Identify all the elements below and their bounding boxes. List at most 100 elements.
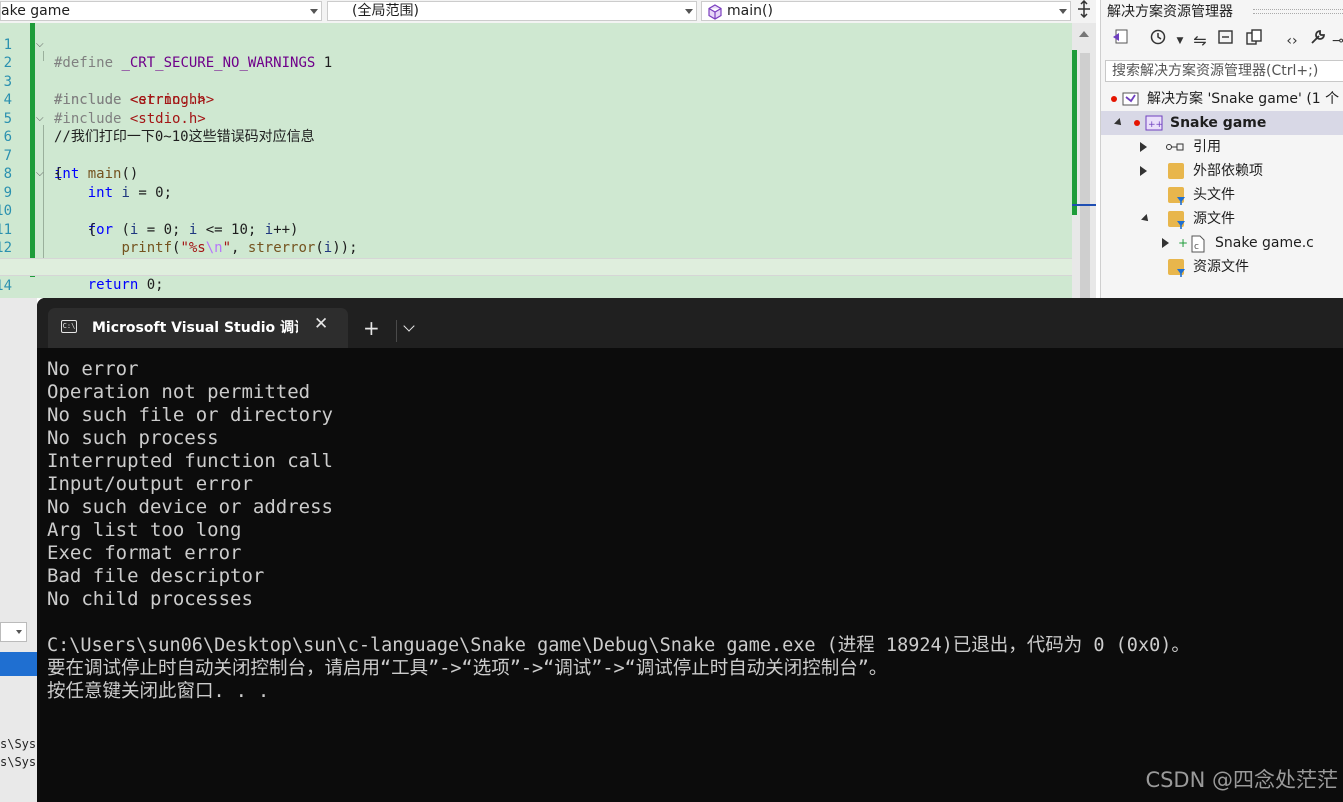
tree-item-sources[interactable]: 源文件 (1101, 207, 1343, 231)
member-combo[interactable]: main() (701, 1, 1071, 21)
project-combo[interactable]: ake game (0, 1, 322, 21)
code-line: 7 { (0, 128, 1072, 183)
chevron-down-icon (310, 9, 318, 14)
background-text: s\Sys (0, 755, 37, 769)
error-dot-icon (1134, 120, 1140, 126)
background-text: s\Sys (0, 737, 37, 751)
tree-item-project[interactable]: ++ Snake game (1101, 111, 1343, 135)
collapsed-arrow-icon[interactable] (1162, 238, 1169, 248)
project-combo-value: ake game (1, 3, 70, 19)
tree-item-external-deps[interactable]: 外部依赖项 (1101, 159, 1343, 183)
watermark: CSDN @四念处茫茫 (1145, 768, 1338, 792)
scope-combo-value: (全局范围) (352, 3, 419, 19)
code-line: 5 //我们打印一下0~10这些错误码对应信息 (0, 91, 1072, 146)
expanded-arrow-icon[interactable] (1141, 214, 1151, 224)
show-all-files-icon[interactable] (1243, 28, 1265, 54)
code-line: 8 int i = 0; (0, 147, 1072, 201)
output-line: Operation not permitted (47, 381, 311, 403)
divider (396, 320, 397, 342)
tip-message: 要在调试停止时自动关闭控制台，请启用“工具”->“选项”->“调试”->“调试停… (47, 658, 888, 679)
sync-icon[interactable]: ⇋ (1189, 28, 1211, 54)
tree-item-label: 解决方案 'Snake game' (1 个 (1147, 91, 1340, 107)
tree-item-label: 外部依赖项 (1193, 163, 1263, 179)
code-view-icon[interactable]: ‹› (1281, 28, 1303, 54)
pin-icon[interactable]: ⊸ (1327, 28, 1343, 54)
tree-item-source-file[interactable]: + c Snake game.c (1101, 231, 1343, 255)
code-line: 2 ⌵ #include <errno.h> (0, 36, 1072, 109)
switch-views-icon[interactable] (1109, 28, 1131, 54)
fold-toggle-icon[interactable]: ⌵ (36, 110, 44, 129)
terminal-tab[interactable]: C:\ Microsoft Visual Studio 调试控 ✕ (48, 308, 348, 348)
editor-scrollbar[interactable] (1072, 23, 1096, 298)
terminal-tab-title: Microsoft Visual Studio 调试控 (92, 320, 298, 336)
tree-item-headers[interactable]: 头文件 (1101, 183, 1343, 207)
code-line-current: 14 } (0, 257, 1072, 298)
background-highlight (0, 652, 37, 676)
chevron-down-icon (685, 9, 693, 14)
tree-item-references[interactable]: 引用 (1101, 135, 1343, 159)
output-line: No such file or directory (47, 404, 333, 426)
error-dot-icon (1111, 96, 1117, 102)
tree-item-label: Snake game (1170, 115, 1267, 131)
fold-toggle-icon[interactable]: ⌵ (36, 165, 44, 184)
code-line: 13 return 0; (0, 239, 1072, 294)
background-panel (0, 298, 37, 802)
code-line: 1 #define _CRT_SECURE_NO_WARNINGS 1 (0, 23, 1072, 72)
scroll-caret-marker (1072, 204, 1096, 206)
svg-text:c: c (1194, 242, 1199, 252)
added-plus-icon: + (1178, 236, 1189, 250)
scroll-up-icon[interactable] (1079, 31, 1089, 37)
code-text: return 0; (87, 277, 164, 293)
output-line: No such process (47, 427, 219, 449)
tree-item-resources[interactable]: 资源文件 (1101, 255, 1343, 279)
output-line: No error (47, 358, 139, 380)
code-line: 10 { (0, 184, 1072, 238)
tree-item-solution[interactable]: 解决方案 'Snake game' (1 个 (1101, 87, 1343, 111)
fold-toggle-icon[interactable]: ⌵ (36, 36, 44, 55)
history-icon[interactable] (1147, 28, 1169, 54)
output-line: Arg list too long (47, 519, 242, 541)
new-tab-icon[interactable]: + (363, 315, 380, 341)
output-line: No child processes (47, 588, 253, 610)
solution-explorer: 解决方案资源管理器 ▼ ⇋ ‹› ⊸ 搜索解决方案资源管理器(Ctrl+;) 解… (1100, 0, 1343, 298)
close-icon[interactable]: ✕ (314, 314, 328, 334)
chevron-down-icon (16, 630, 22, 634)
svg-text:++: ++ (1148, 120, 1163, 130)
chevron-down-icon[interactable] (403, 320, 415, 332)
terminal-tab-bar: C:\ Microsoft Visual Studio 调试控 ✕ + (37, 298, 1343, 348)
background-combo[interactable] (0, 622, 27, 642)
tree-item-label: Snake game.c (1215, 235, 1314, 251)
output-line: No such device or address (47, 496, 333, 518)
split-icon[interactable] (1072, 0, 1096, 23)
scope-combo[interactable]: (全局范围) (327, 1, 697, 21)
cpp-project-icon: ++ (1145, 115, 1163, 131)
explorer-search-input[interactable]: 搜索解决方案资源管理器(Ctrl+;) (1105, 60, 1343, 82)
c-file-icon: c (1190, 235, 1206, 253)
chevron-down-icon (1059, 9, 1067, 14)
chevron-down-icon[interactable]: ▼ (1169, 28, 1191, 54)
terminal-output[interactable]: No error Operation not permitted No such… (47, 358, 1337, 703)
tree-item-label: 资源文件 (1193, 259, 1249, 275)
references-icon (1165, 139, 1184, 155)
properties-wrench-icon[interactable] (1307, 28, 1329, 54)
code-editor[interactable]: 1 #define _CRT_SECURE_NO_WARNINGS 1 2 ⌵ … (0, 23, 1072, 298)
output-line: Bad file descriptor (47, 565, 265, 587)
collapsed-arrow-icon[interactable] (1140, 142, 1147, 152)
code-line: 9 ⌵ for (i = 0; i <= 10; i++) (0, 165, 1072, 238)
console-icon: C:\ (61, 320, 77, 333)
collapsed-arrow-icon[interactable] (1140, 166, 1147, 176)
navigation-bar: ake game (全局范围) main() (0, 0, 1072, 24)
code-line: 3 #include <string.h> (0, 54, 1072, 109)
code-line: 6 ⌵ int main() (0, 110, 1072, 183)
collapse-all-icon[interactable] (1215, 28, 1237, 54)
tree-item-label: 头文件 (1193, 187, 1235, 203)
debug-console-window[interactable]: C:\ Microsoft Visual Studio 调试控 ✕ + No e… (37, 298, 1343, 802)
solution-icon (1122, 91, 1139, 107)
explorer-title: 解决方案资源管理器 (1107, 4, 1233, 20)
title-grip[interactable] (1253, 9, 1343, 14)
expanded-arrow-icon[interactable] (1114, 118, 1124, 128)
scroll-track[interactable] (1080, 53, 1090, 298)
line-number: 14 (0, 278, 12, 294)
code-line: 12 } (0, 221, 1072, 275)
